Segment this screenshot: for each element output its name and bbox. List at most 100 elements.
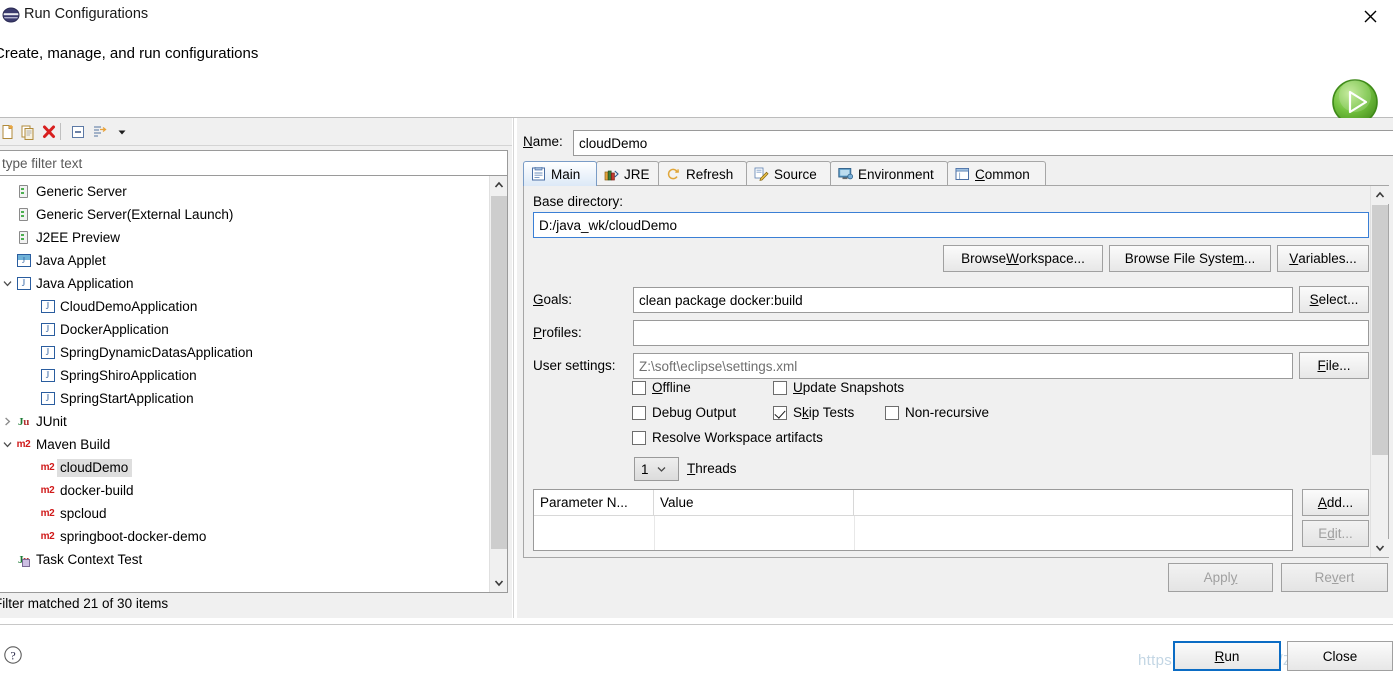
tab-common[interactable]: Common [947,161,1046,186]
tree-item-java-applet[interactable]: J Java Applet [0,249,489,272]
column-header-blank[interactable] [854,490,1292,515]
chevron-down-icon[interactable] [111,122,132,142]
tree-rows-container: Generic Server Generic Server(External La… [0,176,489,592]
tree-item-springshiroapplication[interactable]: J SpringShiroApplication [0,364,489,387]
tree-item-docker-build[interactable]: m2 docker-build [0,479,489,502]
checkbox-debug-output-box[interactable] [632,405,646,420]
tree-item-j2ee-preview[interactable]: J2EE Preview [0,226,489,249]
close-button[interactable]: Close [1287,641,1393,671]
parameters-table-header: Parameter N... Value [534,490,1292,516]
checkbox-resolve-workspace-artifacts-box[interactable] [632,430,646,445]
checkbox-skip-tests-box[interactable] [773,405,787,420]
tab-refresh[interactable]: Refresh [658,161,747,186]
search-input[interactable] [2,154,502,172]
tree-item-clouddemoapplication[interactable]: J CloudDemoApplication [0,295,489,318]
checkbox-update-snapshots-box[interactable] [773,380,787,395]
file-button[interactable]: File... [1299,352,1369,379]
checkbox-update-snapshots[interactable]: Update Snapshots [773,380,904,395]
scroll-down-icon[interactable] [490,574,507,592]
tab-label: Main [551,166,581,182]
checkbox-non-recursive-label: Non-recursive [905,405,990,420]
tree-item-generic-server[interactable]: Generic Server [0,180,489,203]
refresh-arrows-icon [666,167,681,181]
goals-field[interactable] [639,291,1287,309]
maven-m2-icon: m2 [40,508,55,519]
red-x-delete-icon[interactable] [38,122,59,142]
column-header-value[interactable]: Value [654,490,854,515]
tree-item-label: CloudDemoApplication [60,298,198,314]
tree-item-maven-build[interactable]: m2 Maven Build [0,433,489,456]
maven-m2-icon: m2 [16,439,31,450]
tree-item-java-application[interactable]: J Java Application [0,272,489,295]
twisty-expanded-icon[interactable] [0,276,15,292]
threads-select[interactable]: 1 [634,457,679,481]
help-question-icon[interactable]: ? [3,645,23,665]
tree-item-clouddemo[interactable]: m2 cloudDemo [0,456,489,479]
tree-item-label: spcloud [60,505,107,521]
name-field[interactable] [579,134,1389,152]
checkbox-offline-box[interactable] [632,380,646,395]
tree-item-spcloud[interactable]: m2 spcloud [0,502,489,525]
base-directory-field[interactable] [539,216,1363,234]
tree-item-label: JUnit [36,413,67,429]
main-tab-scrollbar-thumb[interactable] [1372,205,1388,455]
new-document-icon[interactable] [0,122,18,142]
add-parameter-button[interactable]: Add... [1302,489,1369,516]
checkbox-offline-wrapper: Offline [632,380,691,395]
scroll-up-icon[interactable] [490,176,507,194]
java-application-icon: J [39,391,56,407]
parameters-table-body [534,516,1292,550]
checkbox-non-recursive-box[interactable] [885,405,899,420]
collapse-all-icon[interactable] [67,122,88,142]
checkbox-debug-output[interactable]: Debug Output [632,405,736,420]
tab-main[interactable]: Main [523,161,597,186]
tree-scrollbar-thumb[interactable] [491,196,507,549]
maven-m2-icon: m2 [40,531,55,542]
select-button[interactable]: Select... [1299,286,1369,313]
variables-button[interactable]: Variables... [1277,245,1369,272]
checkbox-resolve-workspace-artifacts[interactable]: Resolve Workspace artifacts [632,430,823,445]
profiles-field-wrapper [633,320,1369,346]
filter-arrow-icon[interactable] [89,122,110,142]
checkbox-non-recursive[interactable]: Non-recursive [885,405,989,420]
tab-label: JRE [624,166,650,182]
tree-toolbar [0,118,512,146]
parameters-table[interactable]: Parameter N... Value [533,489,1293,551]
main-clipboard-icon [531,167,546,181]
tree-scrollbar[interactable] [489,176,507,592]
java-applet-icon: J [15,253,32,269]
browse-file-system-button[interactable]: Browse File Syste m... [1109,245,1271,272]
window-title: Run Configurations [24,6,149,22]
checkbox-resolve-workspace-artifacts-label: Resolve Workspace artifacts [652,430,823,445]
close-icon[interactable] [1355,4,1385,28]
twisty-collapsed-icon[interactable] [0,414,15,430]
checkbox-offline[interactable]: Offline [632,380,691,395]
user-settings-field[interactable] [639,357,1287,375]
configuration-editor-panel: Name: Main JRE Refresh Source Environment Com… [517,118,1393,618]
twisty-expanded-icon[interactable] [0,437,15,453]
tab-jre[interactable]: JRE [596,161,659,186]
tree-item-generic-server-external-launch[interactable]: Generic Server(External Launch) [0,203,489,226]
checkbox-resolve-workspace-artifacts-wrapper: Resolve Workspace artifacts [632,430,823,445]
tree-item-springboot-docker-demo[interactable]: m2 springboot-docker-demo [0,525,489,548]
run-button[interactable]: Run [1173,641,1281,671]
copy-document-icon[interactable] [17,122,38,142]
main-tab-scrollbar[interactable] [1370,186,1389,557]
checkbox-skip-tests[interactable]: Skip Tests [773,405,854,420]
tree-item-junit[interactable]: Ju JUnit [0,410,489,433]
tree-item-springdynamicdatasapplication[interactable]: J SpringDynamicDatasApplication [0,341,489,364]
profiles-field[interactable] [639,324,1363,342]
tab-environment[interactable]: Environment [830,161,948,186]
tab-label: Source [774,166,817,182]
tree-item-dockerapplication[interactable]: J DockerApplication [0,318,489,341]
scroll-down-icon[interactable] [1371,539,1389,557]
column-header-parameter-name[interactable]: Parameter N... [534,490,654,515]
tree-item-springstartapplication[interactable]: J SpringStartApplication [0,387,489,410]
scroll-up-icon[interactable] [1371,186,1389,204]
browse-workspace-button[interactable]: Browse Workspace... [943,245,1103,272]
tab-source[interactable]: Source [746,161,831,186]
tree-item-task-context-test[interactable]: JuTask Context Test [0,548,489,571]
